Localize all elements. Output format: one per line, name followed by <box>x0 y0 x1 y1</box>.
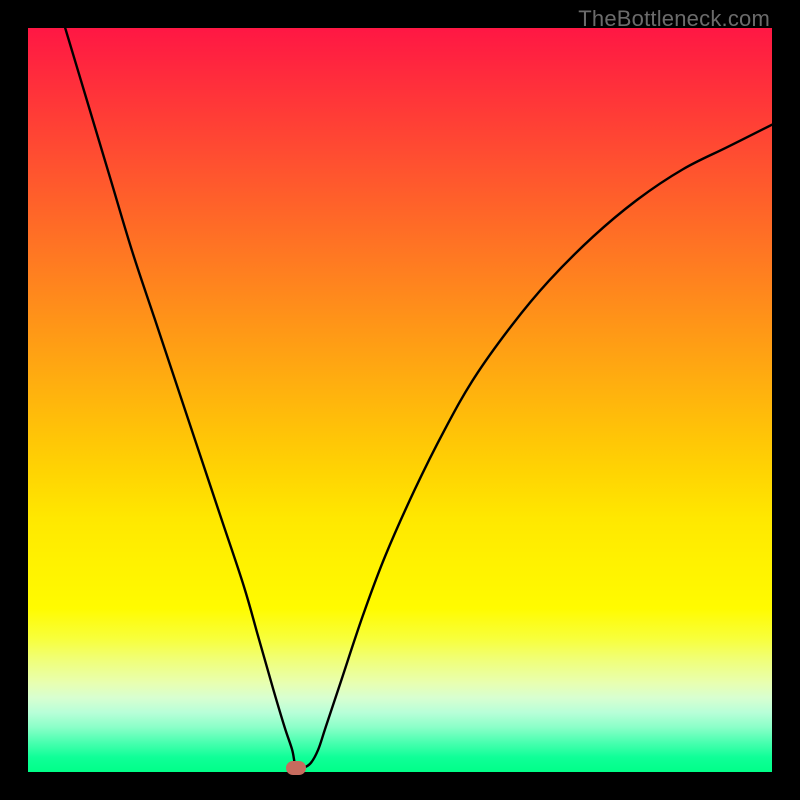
plot-area <box>28 28 772 772</box>
min-point-marker <box>286 761 306 775</box>
chart-frame: TheBottleneck.com <box>0 0 800 800</box>
curve-svg <box>28 28 772 772</box>
curve-line <box>65 28 772 768</box>
